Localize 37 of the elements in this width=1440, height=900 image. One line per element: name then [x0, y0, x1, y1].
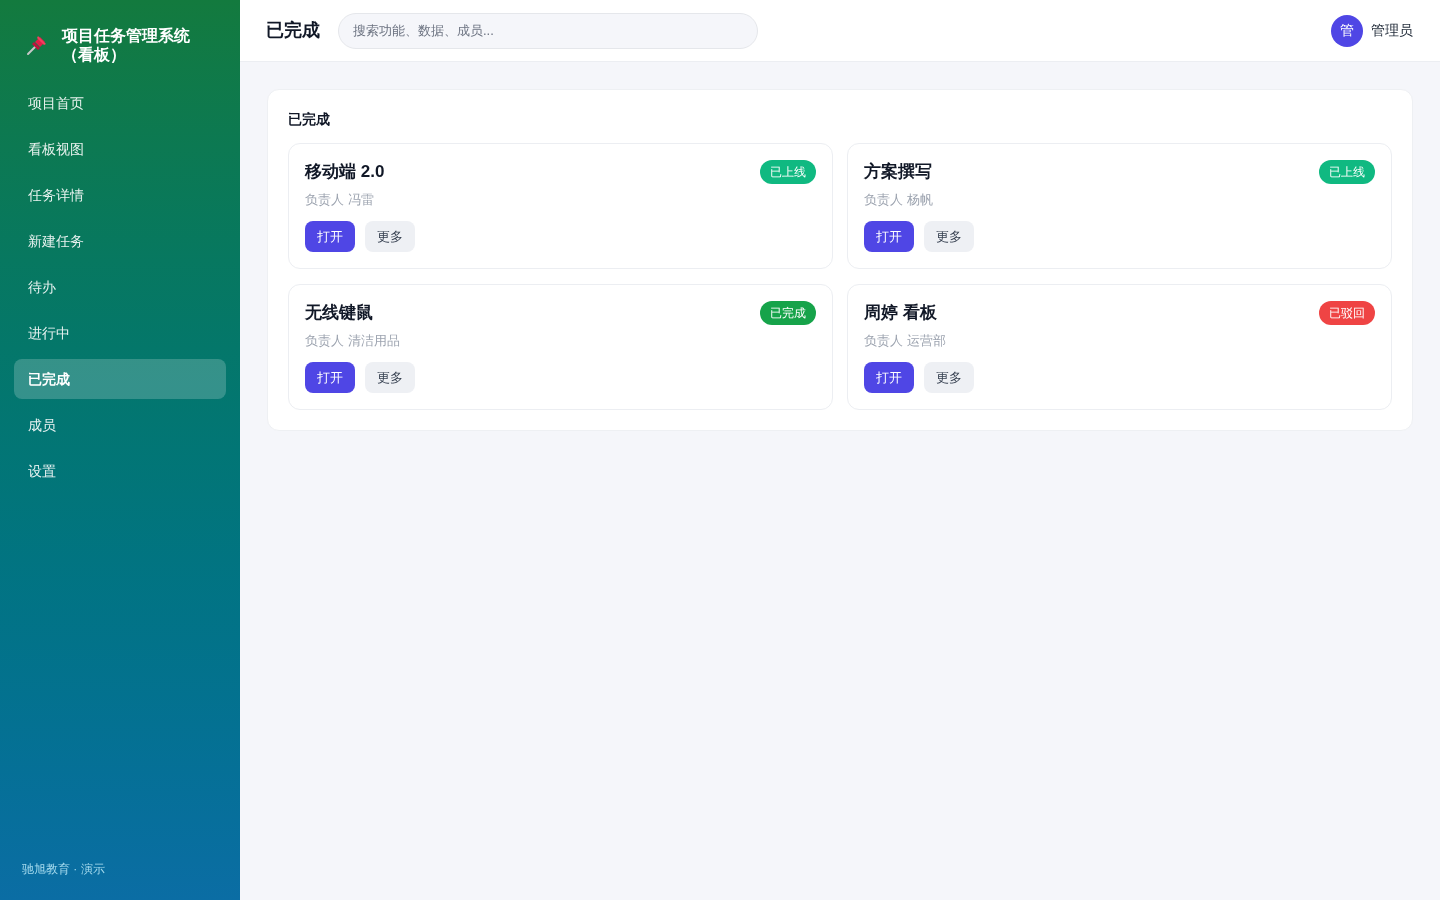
- card-title: 移动端 2.0: [305, 161, 385, 183]
- owner-text: 负责人 运营部: [864, 332, 947, 350]
- owner-text: 负责人 清洁用品: [305, 332, 401, 350]
- sidebar-item[interactable]: 设置: [14, 451, 226, 491]
- sidebar-item[interactable]: 看板视图: [14, 129, 226, 169]
- sidebar-item[interactable]: 新建任务: [14, 221, 226, 261]
- open-button[interactable]: 打开: [864, 221, 914, 252]
- card-title: 无线键鼠: [305, 302, 373, 324]
- open-button[interactable]: 打开: [864, 362, 914, 393]
- open-button[interactable]: 打开: [305, 221, 355, 252]
- search-field[interactable]: 搜索功能、数据、成员...: [338, 12, 758, 49]
- panel-title: 已完成: [288, 110, 331, 129]
- user-avatar[interactable]: 管: [1331, 14, 1363, 47]
- sidebar-item[interactable]: 项目首页: [14, 83, 226, 123]
- user-name: 管理员: [1371, 21, 1413, 40]
- more-button[interactable]: 更多: [365, 221, 415, 252]
- more-button[interactable]: 更多: [924, 221, 974, 252]
- app-title: 项目任务管理系统（看板）: [62, 26, 191, 64]
- sidebar-item[interactable]: 待办: [14, 267, 226, 307]
- sidebar-item[interactable]: 进行中: [14, 313, 226, 353]
- more-button[interactable]: 更多: [924, 362, 974, 393]
- pushpin-icon: [26, 34, 48, 56]
- status-badge: 已完成: [760, 301, 816, 325]
- owner-text: 负责人 冯雷: [305, 191, 375, 209]
- card-title: 周婷 看板: [864, 302, 937, 324]
- card-title: 方案撰写: [864, 161, 932, 183]
- open-button[interactable]: 打开: [305, 362, 355, 393]
- status-badge: 已驳回: [1319, 301, 1375, 325]
- footer-text: 驰旭教育 · 演示: [22, 862, 105, 876]
- sidebar-item[interactable]: 成员: [14, 405, 226, 445]
- sidebar-item[interactable]: 已完成: [14, 359, 226, 399]
- more-button[interactable]: 更多: [365, 362, 415, 393]
- status-badge: 已上线: [1319, 160, 1375, 184]
- status-badge: 已上线: [760, 160, 816, 184]
- page-title: 已完成: [266, 19, 320, 42]
- owner-text: 负责人 杨帆: [864, 191, 934, 209]
- sidebar-item[interactable]: 任务详情: [14, 175, 226, 215]
